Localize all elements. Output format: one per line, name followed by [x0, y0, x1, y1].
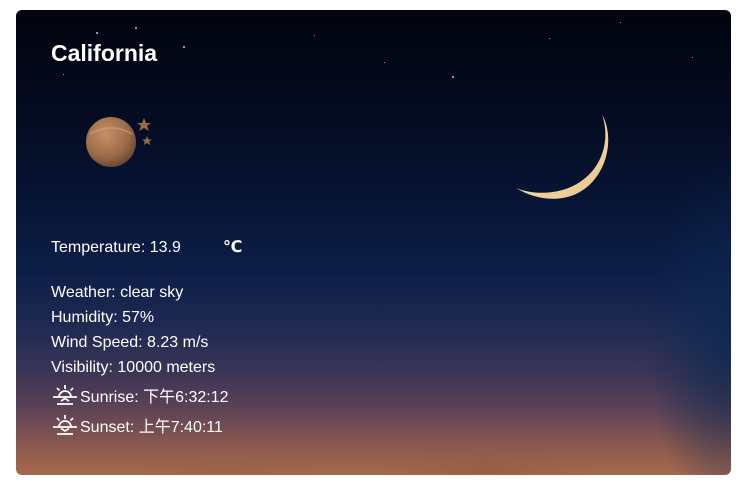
weather-description: Weather: clear sky	[51, 284, 184, 301]
star	[135, 27, 137, 29]
sunrise-icon	[52, 384, 80, 412]
sunset-text: Sunset: 上午7:40:11	[80, 419, 223, 436]
star	[549, 38, 550, 39]
city-title: California	[51, 40, 158, 66]
temperature-unit: ℃	[223, 239, 243, 256]
star	[183, 46, 185, 48]
humidity-text: Humidity: 57%	[51, 309, 155, 326]
star	[63, 74, 64, 75]
sunrise-text: Sunrise: 下午6:32:12	[80, 389, 229, 406]
star	[314, 35, 315, 36]
sunrise-row: Sunrise: 下午6:32:12	[52, 384, 229, 412]
temperature-text: Temperature: 13.9	[51, 239, 181, 256]
visibility-text: Visibility: 10000 meters	[51, 359, 216, 376]
moon-stars-icon	[84, 114, 156, 174]
star	[384, 62, 385, 63]
sunset-icon	[52, 414, 80, 442]
star	[620, 22, 621, 23]
wind-speed-text: Wind Speed: 8.23 m/s	[51, 334, 209, 351]
sunset-row: Sunset: 上午7:40:11	[52, 414, 223, 442]
weather-card: California Temperature: 13.9 ℃ Weather: …	[16, 10, 731, 475]
star	[452, 76, 454, 78]
crescent-moon-image	[506, 110, 616, 220]
star	[692, 57, 693, 58]
star	[96, 32, 98, 34]
